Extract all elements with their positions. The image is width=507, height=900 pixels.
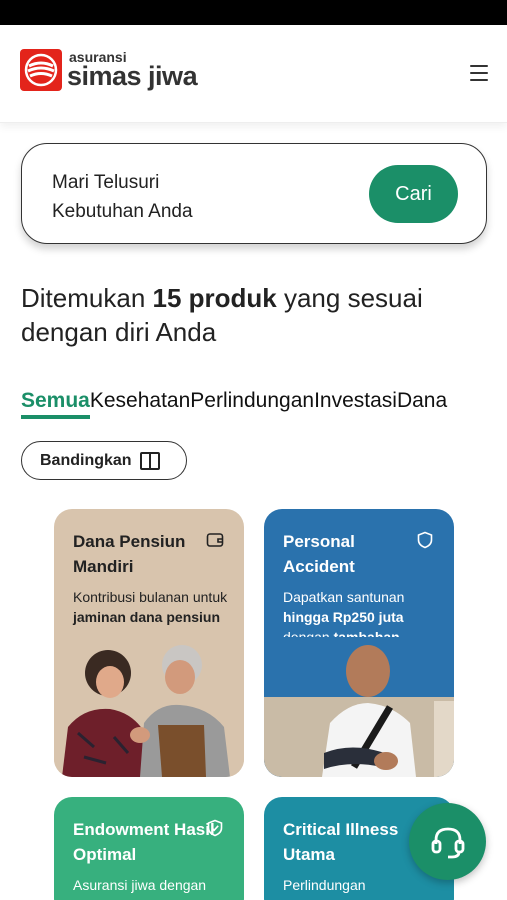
product-card-dana-pensiun[interactable]: Dana Pensiun Mandiri Kontribusi bulanan … (54, 509, 244, 777)
tab-investasi[interactable]: Investasi (314, 389, 397, 419)
tab-perlindungan[interactable]: Perlindungan (190, 389, 314, 419)
hamburger-menu-icon[interactable] (470, 65, 488, 81)
search-prompt-line1: Mari Telusuri (52, 172, 160, 193)
status-bar (0, 0, 507, 25)
product-title: Dana Pensiun Mandiri (73, 532, 186, 576)
headset-support-icon (431, 827, 464, 858)
elderly-couple-illustration (54, 637, 244, 777)
result-prefix: Ditemukan (21, 283, 153, 313)
product-card-personal-accident[interactable]: Personal Accident Dapatkan santunan hing… (264, 509, 454, 777)
tab-semua[interactable]: Semua (21, 389, 90, 419)
brand-name: simas jiwa (67, 61, 198, 91)
shield-check-icon (207, 819, 223, 837)
category-tabs: Semua Kesehatan Perlindungan Investasi D… (21, 389, 487, 423)
header: asuransi simas jiwa (0, 25, 507, 123)
wallet-icon (206, 533, 224, 547)
product-card-endowment[interactable]: Endowment Hasil Optimal Asuransi jiwa de… (54, 797, 244, 900)
search-button[interactable]: Cari (369, 165, 458, 223)
product-title: Personal Accident (283, 532, 355, 576)
search-prompt: Mari Telusuri Kebutuhan Anda (52, 168, 252, 226)
sinarmas-logo-icon (20, 49, 62, 91)
tab-kesehatan[interactable]: Kesehatan (90, 389, 190, 419)
injured-man-illustration (264, 637, 454, 777)
brand-logo[interactable]: asuransi simas jiwa (20, 48, 198, 92)
shield-icon (417, 531, 433, 549)
result-count: 15 produk (152, 283, 277, 313)
customer-support-button[interactable] (409, 803, 486, 880)
product-desc: Asuransi jiwa dengan (73, 877, 207, 893)
compare-label: Bandingkan (40, 451, 132, 469)
compare-button[interactable]: Bandingkan (21, 441, 187, 480)
tab-dana[interactable]: Dana (397, 389, 447, 419)
product-title: Endowment Hasil Optimal (73, 820, 215, 864)
search-prompt-line2: Kebutuhan Anda (52, 201, 193, 222)
compare-columns-icon (139, 451, 160, 470)
search-card: Mari Telusuri Kebutuhan Anda Cari (21, 143, 487, 244)
product-desc: Kontribusi bulanan untuk jaminan dana pe… (73, 589, 228, 625)
result-summary: Ditemukan 15 produk yang sesuai dengan d… (21, 281, 481, 349)
product-desc: Perlindungan (283, 877, 366, 893)
